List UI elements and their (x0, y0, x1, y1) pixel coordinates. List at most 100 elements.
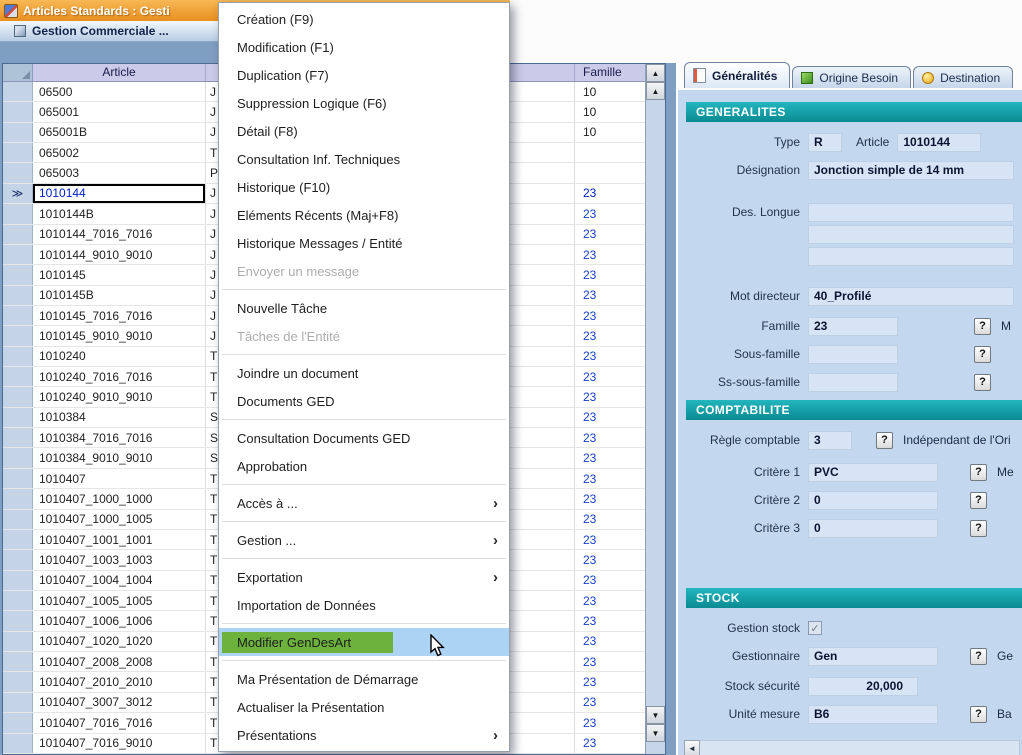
context-menu-item (219, 350, 509, 359)
des-longue-field-2[interactable] (808, 225, 1014, 244)
scroll-up-button[interactable]: ▲ (646, 82, 665, 100)
field-row-ss-sous-famille: Ss-sous-famille ? (678, 372, 1022, 392)
context-menu-item[interactable]: Historique (F10) (219, 173, 509, 201)
critere-3-field[interactable]: 0 (808, 519, 938, 538)
row-selector (3, 652, 33, 671)
cell-famille: 23 (575, 306, 645, 325)
row-selector (3, 163, 33, 182)
scrollbar-track[interactable] (646, 100, 665, 706)
detail-tab[interactable]: Généralités (684, 62, 790, 88)
hscroll-left-button[interactable]: ◄ (684, 740, 700, 755)
unite-mesure-lookup-button[interactable]: ? (970, 706, 987, 723)
sous-famille-field[interactable] (808, 345, 898, 364)
cell-article: 1010240_7016_7016 (33, 367, 206, 386)
cell-famille: 23 (575, 367, 645, 386)
row-selector (3, 102, 33, 121)
hscroll-track[interactable] (700, 740, 1020, 755)
menu-item-label: Modification (F1) (237, 40, 334, 55)
critere-3-label: Critère 3 (678, 521, 808, 535)
detail-tab[interactable]: Destination (913, 66, 1013, 88)
scroll-down-button[interactable]: ▼ (646, 706, 665, 724)
select-all-corner[interactable] (3, 64, 33, 81)
context-menu-item[interactable]: Nouvelle Tâche (219, 294, 509, 322)
article-field[interactable]: 1010144 (897, 133, 981, 152)
designation-field[interactable]: Jonction simple de 14 mm (808, 161, 1014, 180)
type-field[interactable]: R (808, 133, 842, 152)
row-selector (3, 123, 33, 142)
context-menu: Création (F9) Modification (F1) Duplicat… (218, 2, 510, 752)
module-icon (14, 25, 26, 37)
context-menu-item (219, 285, 509, 294)
cell-famille: 23 (575, 510, 645, 529)
cell-famille: 23 (575, 387, 645, 406)
detail-tabs-row: Généralités Origine Besoin Destination (676, 62, 1022, 88)
des-longue-field-3[interactable] (808, 247, 1014, 266)
row-selector (3, 469, 33, 488)
context-menu-item[interactable]: Importation de Données (219, 591, 509, 619)
regle-comptable-field[interactable]: 3 (808, 431, 852, 450)
unite-mesure-field[interactable]: B6 (808, 705, 938, 724)
critere-1-lookup-button[interactable]: ? (970, 464, 987, 481)
context-menu-item[interactable]: Exportation › (219, 563, 509, 591)
critere-1-field[interactable]: PVC (808, 463, 938, 482)
gestionnaire-lookup-button[interactable]: ? (970, 648, 987, 665)
mot-directeur-field[interactable]: 40_Profilé (808, 287, 1014, 306)
regle-comptable-lookup-button[interactable]: ? (876, 432, 893, 449)
tab-icon (693, 68, 706, 83)
context-menu-item[interactable]: Approbation (219, 452, 509, 480)
cell-article: 065001B (33, 123, 206, 142)
context-menu-item[interactable]: Modifier GenDesArt (219, 628, 509, 656)
cell-famille: 10 (575, 123, 645, 142)
cell-article: 065003 (33, 163, 206, 182)
sous-famille-lookup-button[interactable]: ? (974, 346, 991, 363)
ss-sous-famille-lookup-button[interactable]: ? (974, 374, 991, 391)
famille-field[interactable]: 23 (808, 317, 898, 336)
context-menu-item (219, 517, 509, 526)
context-menu-item[interactable]: Consultation Documents GED (219, 424, 509, 452)
scroll-first-button[interactable]: ▲ (646, 64, 665, 82)
critere-1-suffix-text: Me (997, 465, 1014, 479)
context-menu-item[interactable]: Eléments Récents (Maj+F8) (219, 201, 509, 229)
des-longue-label: Des. Longue (678, 205, 808, 219)
gestionnaire-field[interactable]: Gen (808, 647, 938, 666)
context-menu-item[interactable]: Joindre un document (219, 359, 509, 387)
context-menu-item[interactable]: Modification (F1) (219, 33, 509, 61)
context-menu-item[interactable]: Documents GED (219, 387, 509, 415)
context-menu-item[interactable]: Duplication (F7) (219, 61, 509, 89)
context-menu-item[interactable]: Présentations › (219, 721, 509, 749)
context-menu-item[interactable]: Ma Présentation de Démarrage (219, 665, 509, 693)
detail-tab[interactable]: Origine Besoin (792, 66, 911, 88)
scroll-last-button[interactable]: ▼ (646, 724, 665, 742)
cell-famille: 23 (575, 611, 645, 630)
des-longue-field-1[interactable] (808, 203, 1014, 222)
context-menu-item[interactable]: Gestion ... › (219, 526, 509, 554)
checkmark-icon: ✓ (810, 622, 819, 635)
field-row-stock-securite: Stock sécurité 20,000 (678, 676, 1022, 696)
critere-2-lookup-button[interactable]: ? (970, 492, 987, 509)
gestion-stock-checkbox: ✓ (808, 621, 822, 635)
context-menu-item[interactable]: Historique Messages / Entité (219, 229, 509, 257)
context-menu-item[interactable]: Consultation Inf. Techniques (219, 145, 509, 173)
cell-article: 1010407_7016_9010 (33, 734, 206, 753)
famille-lookup-button[interactable]: ? (974, 318, 991, 335)
critere-2-field[interactable]: 0 (808, 491, 938, 510)
tab-label: Origine Besoin (819, 71, 898, 85)
cell-article: 1010407_1004_1004 (33, 571, 206, 590)
context-menu-item[interactable]: Création (F9) (219, 5, 509, 33)
column-header-famille[interactable]: Famille (575, 64, 645, 81)
context-menu-item[interactable]: Suppression Logique (F6) (219, 89, 509, 117)
stock-securite-field[interactable]: 20,000 (808, 677, 918, 696)
context-menu-item[interactable]: Actualiser la Présentation (219, 693, 509, 721)
cell-famille (575, 143, 645, 162)
cell-article: 1010144_9010_9010 (33, 245, 206, 264)
cell-article: 1010240 (33, 347, 206, 366)
detail-panel: Généralités Origine Besoin Destination G… (676, 62, 1022, 755)
menu-item-label: Accès à ... (237, 496, 298, 511)
column-header-article[interactable]: Article (33, 64, 206, 81)
row-selector (3, 611, 33, 630)
ss-sous-famille-field[interactable] (808, 373, 898, 392)
row-selector (3, 571, 33, 590)
critere-3-lookup-button[interactable]: ? (970, 520, 987, 537)
context-menu-item[interactable]: Accès à ... › (219, 489, 509, 517)
context-menu-item[interactable]: Détail (F8) (219, 117, 509, 145)
